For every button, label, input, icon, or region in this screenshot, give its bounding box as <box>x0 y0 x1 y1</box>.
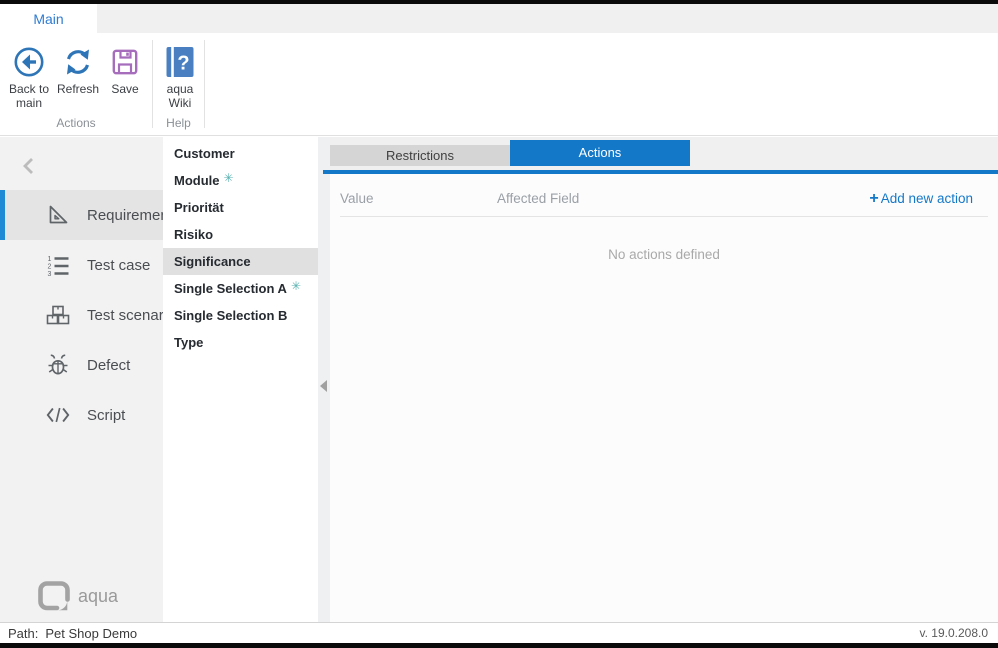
column-header-value: Value <box>340 191 374 206</box>
ribbon: Back to main Refresh <box>0 33 998 136</box>
ribbon-buttons-help: ? aqua Wiki <box>153 33 204 112</box>
sidebar-item-label: Script <box>87 407 125 424</box>
svg-text:3: 3 <box>48 271 52 278</box>
tab-actions[interactable]: Actions <box>510 140 690 166</box>
path-label: Path: <box>8 626 38 641</box>
code-icon <box>45 402 71 428</box>
app-window: Main Back to main <box>0 0 998 648</box>
path-value: Pet Shop Demo <box>45 626 137 641</box>
version-label: v. 19.0.208.0 <box>920 626 989 640</box>
field-item-module[interactable]: Module ✳ <box>163 167 318 194</box>
sidebar-item-defect[interactable]: Defect <box>0 340 163 390</box>
bug-icon <box>45 352 71 378</box>
sidebar-item-script[interactable]: Script <box>0 390 163 440</box>
window-bottom-bar <box>0 643 998 648</box>
splitter-collapse-left-icon[interactable] <box>320 380 327 392</box>
ribbon-buttons-actions: Back to main Refresh <box>0 33 152 112</box>
tab-restrictions[interactable]: Restrictions <box>330 145 510 166</box>
add-new-action-button[interactable]: +Add new action <box>869 190 973 208</box>
aqua-logo-icon <box>38 581 70 611</box>
plus-icon: + <box>869 190 878 207</box>
field-item-customer[interactable]: Customer <box>163 140 318 167</box>
sidebar-collapse-button[interactable] <box>20 156 40 176</box>
path-status: Path: Pet Shop Demo <box>8 626 137 641</box>
save-label: Save <box>111 82 138 96</box>
save-button[interactable]: Save <box>102 42 148 112</box>
field-label: Single Selection A <box>174 281 287 296</box>
ribbon-tabstrip: Main <box>0 4 998 33</box>
svg-text:2: 2 <box>48 264 52 271</box>
sidebar: Requirement 1 2 3 Test case <box>0 137 163 622</box>
wiki-book-icon: ? <box>166 44 194 80</box>
status-bar: Path: Pet Shop Demo v. 19.0.208.0 <box>0 622 998 643</box>
required-mark: ✳ <box>224 171 234 185</box>
sidebar-nav: Requirement 1 2 3 Test case <box>0 190 163 440</box>
sidebar-item-test-case[interactable]: 1 2 3 Test case <box>0 240 163 290</box>
ribbon-tab-main-label: Main <box>33 11 63 27</box>
main-panel: Restrictions Actions Value Affected Fiel… <box>330 137 998 622</box>
sidebar-item-test-scenario[interactable]: Test scenario <box>0 290 163 340</box>
back-to-main-label: Back to main <box>5 82 53 110</box>
field-label: Risiko <box>174 227 213 242</box>
scenario-blocks-icon <box>45 302 71 328</box>
ribbon-group-actions-label: Actions <box>0 116 152 130</box>
aqua-logo-text: aqua <box>78 586 118 607</box>
empty-state-message: No actions defined <box>330 247 998 262</box>
field-item-single-selection-a[interactable]: Single Selection A ✳ <box>163 275 318 302</box>
back-to-main-button[interactable]: Back to main <box>4 42 54 112</box>
requirement-setsquare-icon <box>45 202 71 228</box>
ribbon-tab-main[interactable]: Main <box>0 4 97 33</box>
refresh-label: Refresh <box>57 82 99 96</box>
field-label: Single Selection B <box>174 308 287 323</box>
field-label: Significance <box>174 254 251 269</box>
ribbon-group-help: ? aqua Wiki Help <box>153 33 204 135</box>
field-label: Module <box>174 173 220 188</box>
table-header-divider <box>340 216 988 217</box>
svg-text:?: ? <box>177 53 189 75</box>
field-label: Type <box>174 335 203 350</box>
field-label: Priorität <box>174 200 224 215</box>
refresh-button[interactable]: Refresh <box>54 42 102 112</box>
field-item-type[interactable]: Type <box>163 329 318 356</box>
actions-table-header: Value Affected Field +Add new action <box>330 189 998 213</box>
detail-tabs: Restrictions Actions <box>330 137 998 170</box>
numbered-list-icon: 1 2 3 <box>45 252 71 278</box>
ribbon-group-actions: Back to main Refresh <box>0 33 152 135</box>
refresh-icon <box>61 44 95 80</box>
field-label: Customer <box>174 146 235 161</box>
sidebar-item-label: Requirement <box>87 207 173 224</box>
field-item-prioritaet[interactable]: Priorität <box>163 194 318 221</box>
ribbon-group-help-label: Help <box>153 116 204 130</box>
required-mark: ✳ <box>291 279 301 293</box>
add-new-action-label: Add new action <box>881 191 973 206</box>
sidebar-item-requirement[interactable]: Requirement <box>0 190 163 240</box>
active-tab-underline <box>323 170 998 174</box>
field-item-single-selection-b[interactable]: Single Selection B <box>163 302 318 329</box>
back-arrow-icon <box>12 44 46 80</box>
aqua-wiki-button[interactable]: ? aqua Wiki <box>157 42 203 112</box>
save-floppy-icon <box>109 44 141 80</box>
sidebar-item-label: Defect <box>87 357 130 374</box>
panel-splitter <box>318 137 330 622</box>
column-header-affected-field: Affected Field <box>497 191 579 206</box>
sidebar-item-label: Test case <box>87 257 150 274</box>
field-list: Customer Module ✳ Priorität Risiko Signi… <box>163 137 318 622</box>
field-item-risiko[interactable]: Risiko <box>163 221 318 248</box>
aqua-brand: aqua <box>38 581 118 611</box>
ribbon-group-separator <box>204 40 205 128</box>
field-item-significance[interactable]: Significance <box>163 248 318 275</box>
svg-text:1: 1 <box>48 256 52 263</box>
aqua-wiki-label: aqua Wiki <box>158 82 202 110</box>
